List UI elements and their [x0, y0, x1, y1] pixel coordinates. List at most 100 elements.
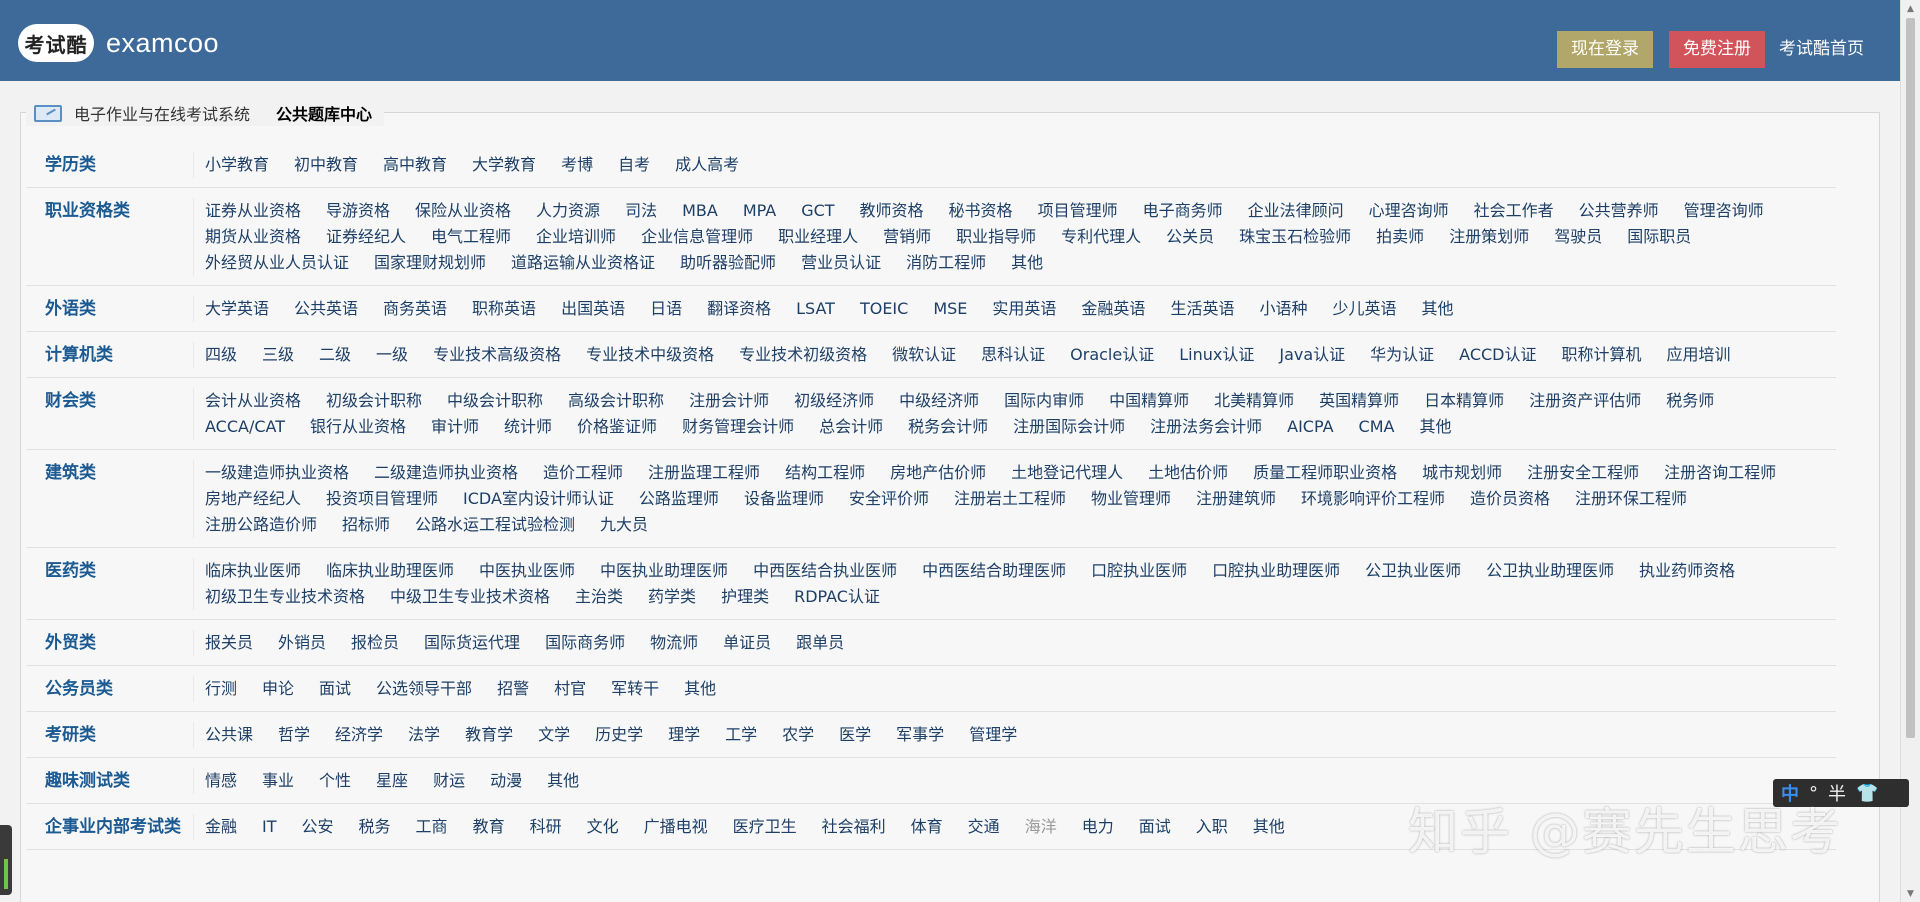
category-item-link[interactable]: 教师资格 — [860, 198, 924, 224]
category-item-link[interactable]: 注册安全工程师 — [1527, 460, 1639, 486]
category-item-link[interactable]: 金融英语 — [1081, 296, 1145, 322]
category-item-link[interactable]: 职称英语 — [472, 296, 536, 322]
category-item-link[interactable]: 广播电视 — [644, 814, 708, 840]
category-item-link[interactable]: 主治类 — [575, 584, 623, 610]
category-item-link[interactable]: 行测 — [205, 676, 237, 702]
scroll-thumb[interactable] — [1906, 18, 1915, 738]
category-item-link[interactable]: 交通 — [968, 814, 1000, 840]
category-item-link[interactable]: 一级建造师执业资格 — [205, 460, 349, 486]
category-item-link[interactable]: AICPA — [1287, 414, 1333, 440]
category-item-link[interactable]: 个性 — [319, 768, 351, 794]
category-label[interactable]: 计算机类 — [26, 342, 194, 368]
category-item-link[interactable]: 税务 — [359, 814, 391, 840]
category-item-link[interactable]: 执业药师资格 — [1639, 558, 1735, 584]
category-item-link[interactable]: 国际职员 — [1627, 224, 1691, 250]
category-item-link[interactable]: 动漫 — [490, 768, 522, 794]
category-item-link[interactable]: 国家理财规划师 — [374, 250, 486, 276]
category-item-link[interactable]: 招警 — [497, 676, 529, 702]
category-item-link[interactable]: 英国精算师 — [1319, 388, 1399, 414]
category-item-link[interactable]: 中国精算师 — [1109, 388, 1189, 414]
category-item-link[interactable]: 招标师 — [342, 512, 390, 538]
breadcrumb-system-link[interactable]: 电子作业与在线考试系统 — [74, 101, 250, 125]
category-item-link[interactable]: 国际货运代理 — [424, 630, 520, 656]
category-item-link[interactable]: 大学英语 — [205, 296, 269, 322]
category-item-link[interactable]: 电气工程师 — [431, 224, 511, 250]
category-item-link[interactable]: 设备监理师 — [744, 486, 824, 512]
category-item-link[interactable]: 文化 — [587, 814, 619, 840]
scroll-down-arrow-icon[interactable]: ▼ — [1901, 885, 1920, 902]
category-item-link[interactable]: 教育 — [473, 814, 505, 840]
category-item-link[interactable]: ICDA室内设计师认证 — [463, 486, 614, 512]
category-item-link[interactable]: 专业技术初级资格 — [739, 342, 867, 368]
category-item-link[interactable]: 历史学 — [595, 722, 643, 748]
category-item-link[interactable]: 公共英语 — [294, 296, 358, 322]
category-item-link[interactable]: 房地产经纪人 — [205, 486, 301, 512]
category-item-link[interactable]: 入职 — [1196, 814, 1228, 840]
category-item-link[interactable]: 投资项目管理师 — [326, 486, 438, 512]
category-item-link[interactable]: 电力 — [1082, 814, 1114, 840]
scroll-up-arrow-icon[interactable]: ▲ — [1901, 0, 1920, 17]
category-item-link[interactable]: 报关员 — [205, 630, 253, 656]
category-item-link[interactable]: 职业经理人 — [778, 224, 858, 250]
category-item-link[interactable]: 教育学 — [465, 722, 513, 748]
category-item-link[interactable]: 注册咨询工程师 — [1664, 460, 1776, 486]
category-item-link[interactable]: 注册会计师 — [689, 388, 769, 414]
category-item-link[interactable]: 价格鉴证师 — [577, 414, 657, 440]
category-item-link[interactable]: 考博 — [561, 152, 593, 178]
category-label[interactable]: 职业资格类 — [26, 198, 194, 276]
category-item-link[interactable]: 外销员 — [278, 630, 326, 656]
category-item-link[interactable]: MPA — [743, 198, 776, 224]
category-item-link[interactable]: 证券从业资格 — [205, 198, 301, 224]
category-label[interactable]: 趣味测试类 — [26, 768, 194, 794]
category-item-link[interactable]: 造价工程师 — [543, 460, 623, 486]
category-item-link[interactable]: MSE — [933, 296, 967, 322]
category-item-link[interactable]: 高中教育 — [383, 152, 447, 178]
category-item-link[interactable]: 企业信息管理师 — [641, 224, 753, 250]
category-item-link[interactable]: 企业法律顾问 — [1248, 198, 1344, 224]
category-item-link[interactable]: ACCA/CAT — [205, 414, 285, 440]
category-item-link[interactable]: 保险从业资格 — [415, 198, 511, 224]
category-item-link[interactable]: 金融 — [205, 814, 237, 840]
category-item-link[interactable]: 医学 — [839, 722, 871, 748]
category-item-link[interactable]: 一级 — [376, 342, 408, 368]
category-item-link[interactable]: 环境影响评价工程师 — [1301, 486, 1445, 512]
category-item-link[interactable]: 驾驶员 — [1554, 224, 1602, 250]
shirt-icon[interactable]: 👕 — [1856, 783, 1878, 804]
category-item-link[interactable]: 企业培训师 — [536, 224, 616, 250]
category-item-link[interactable]: 中级会计职称 — [447, 388, 543, 414]
category-item-link[interactable]: 造价员资格 — [1470, 486, 1550, 512]
category-item-link[interactable]: 护理类 — [721, 584, 769, 610]
category-item-link[interactable]: 大学教育 — [472, 152, 536, 178]
category-item-link[interactable]: 事业 — [262, 768, 294, 794]
side-widget[interactable] — [0, 825, 12, 895]
category-label[interactable]: 医药类 — [26, 558, 194, 610]
category-item-link[interactable]: MBA — [682, 198, 718, 224]
category-item-link[interactable]: 珠宝玉石检验师 — [1239, 224, 1351, 250]
category-item-link[interactable]: 国际商务师 — [545, 630, 625, 656]
category-item-link[interactable]: 会计从业资格 — [205, 388, 301, 414]
category-item-link[interactable]: 情感 — [205, 768, 237, 794]
category-item-link[interactable]: 结构工程师 — [785, 460, 865, 486]
category-item-link[interactable]: 财务管理会计师 — [682, 414, 794, 440]
category-item-link[interactable]: 总会计师 — [819, 414, 883, 440]
site-logo[interactable]: 考试酷 examcoo — [18, 24, 219, 62]
category-item-link[interactable]: 房地产估价师 — [890, 460, 986, 486]
category-item-link[interactable]: 物流师 — [650, 630, 698, 656]
category-item-link[interactable]: 三级 — [262, 342, 294, 368]
category-item-link[interactable]: 法学 — [408, 722, 440, 748]
category-item-link[interactable]: 九大员 — [600, 512, 648, 538]
category-item-link[interactable]: 注册监理工程师 — [648, 460, 760, 486]
category-label[interactable]: 外语类 — [26, 296, 194, 322]
category-item-link[interactable]: 药学类 — [648, 584, 696, 610]
category-item-link[interactable]: 商务英语 — [383, 296, 447, 322]
category-item-link[interactable]: 公共营养师 — [1579, 198, 1659, 224]
category-item-link[interactable]: 临床执业医师 — [205, 558, 301, 584]
category-item-link[interactable]: 管理咨询师 — [1684, 198, 1764, 224]
category-item-link[interactable]: 小学教育 — [205, 152, 269, 178]
category-item-link[interactable]: 注册建筑师 — [1196, 486, 1276, 512]
category-item-link[interactable]: 临床执业助理医师 — [326, 558, 454, 584]
category-item-link[interactable]: 国际内审师 — [1004, 388, 1084, 414]
category-item-link[interactable]: 中医执业医师 — [479, 558, 575, 584]
vertical-scrollbar[interactable]: ▲ ▼ — [1900, 0, 1920, 902]
category-item-link[interactable]: 农学 — [782, 722, 814, 748]
